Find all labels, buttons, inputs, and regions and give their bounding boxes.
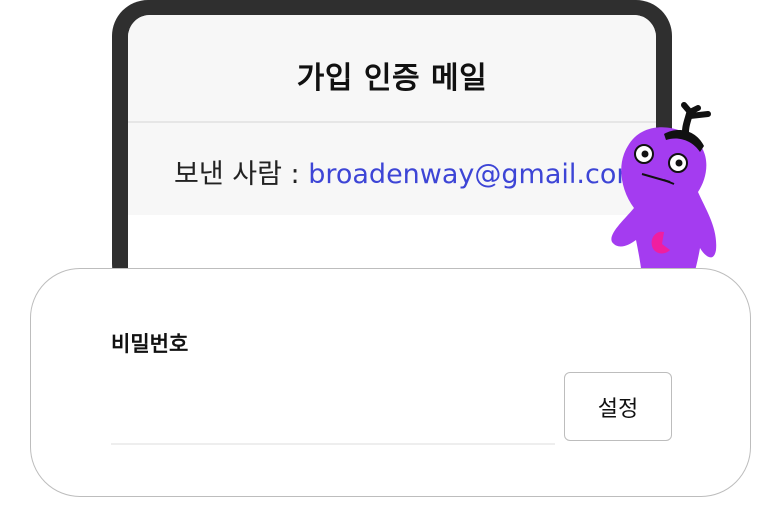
phone-screen: 가입 인증 메일 보낸 사람 : broadenway@gmail.com [128, 15, 656, 300]
header-divider [128, 121, 656, 123]
password-label: 비밀번호 [111, 332, 189, 356]
sender-label: 보낸 사람 : [174, 159, 309, 190]
mail-title: 가입 인증 메일 [296, 61, 488, 96]
password-card: 비밀번호 설정 [30, 268, 751, 497]
password-input[interactable] [111, 385, 555, 445]
mascot-icon [611, 102, 717, 275]
sender-email: broadenway@gmail.com [308, 159, 643, 190]
sender-line: 보낸 사람 : broadenway@gmail.com [174, 152, 643, 191]
mail-header: 가입 인증 메일 보낸 사람 : broadenway@gmail.com [128, 15, 656, 215]
set-button[interactable]: 설정 [564, 372, 672, 441]
